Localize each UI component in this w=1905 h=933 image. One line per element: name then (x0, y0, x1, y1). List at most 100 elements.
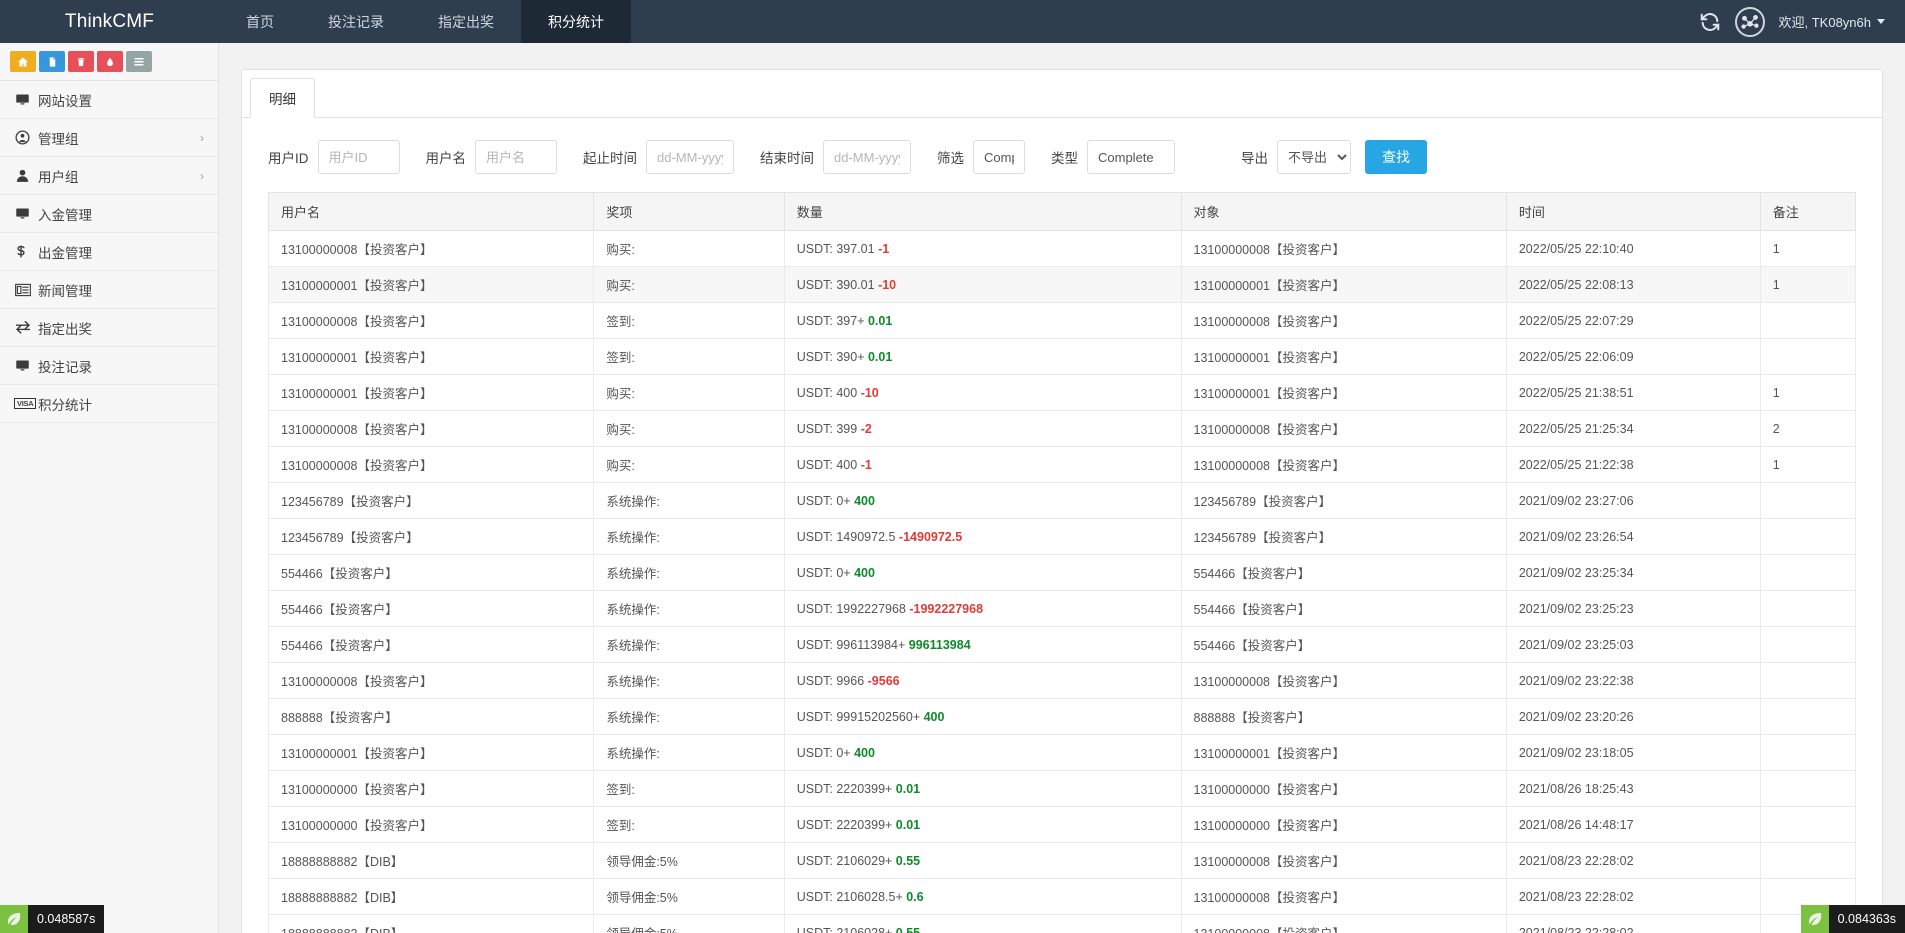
brand-logo[interactable]: ThinkCMF (0, 0, 219, 43)
sidebar-item-label: 新闻管理 (38, 280, 204, 300)
chevron-down-icon (1877, 19, 1885, 24)
cell-prize: 购买: (594, 231, 784, 267)
cell-time: 2022/05/25 21:25:34 (1506, 411, 1760, 447)
cell-note (1760, 771, 1855, 807)
type-input[interactable] (1087, 140, 1175, 174)
avatar[interactable] (1735, 7, 1765, 37)
sidebar-item-bet-records[interactable]: 投注记录 (0, 347, 218, 385)
table-row[interactable]: 18888888882【DIB】领导佣金:5%USDT: 2106029+ 0.… (269, 843, 1856, 879)
nav-link-designated-prize[interactable]: 指定出奖 (411, 0, 521, 43)
filter-group-end-time: 结束时间 (760, 140, 911, 174)
start-time-input[interactable] (646, 140, 734, 174)
cell-username: 13100000008【投资客户】 (269, 231, 594, 267)
sidebar-item-withdraw-management[interactable]: 出金管理 (0, 233, 218, 271)
user-id-input[interactable] (318, 140, 400, 174)
list-quick-button[interactable] (126, 51, 152, 72)
cell-amount: USDT: 99915202560+ 400 (784, 699, 1181, 735)
cell-note (1760, 555, 1855, 591)
search-button[interactable]: 查找 (1365, 140, 1427, 174)
cell-username: 13100000001【投资客户】 (269, 267, 594, 303)
cell-prize: 签到: (594, 339, 784, 375)
nav-link-bet-records[interactable]: 投注记录 (301, 0, 411, 43)
table-row[interactable]: 13100000008【投资客户】签到:USDT: 397+ 0.0113100… (269, 303, 1856, 339)
delete-quick-button[interactable] (68, 51, 94, 72)
cell-prize: 系统操作: (594, 735, 784, 771)
start-time-label: 起止时间 (583, 147, 637, 167)
amount-base: USDT: 2106028+ (797, 926, 896, 933)
amount-base: USDT: 0+ (797, 494, 854, 508)
cell-time: 2022/05/25 22:10:40 (1506, 231, 1760, 267)
amount-delta: -9566 (868, 674, 900, 688)
new-quick-button[interactable] (39, 51, 65, 72)
table-row[interactable]: 123456789【投资客户】系统操作:USDT: 1490972.5 -149… (269, 519, 1856, 555)
table-row[interactable]: 13100000000【投资客户】签到:USDT: 2220399+ 0.011… (269, 771, 1856, 807)
sidebar-item-admin-group[interactable]: 管理组 › (0, 119, 218, 157)
sidebar-item-points-statistics[interactable]: VISA 积分统计 (0, 385, 218, 423)
cell-time: 2021/09/02 23:18:05 (1506, 735, 1760, 771)
nav-link-points-statistics[interactable]: 积分统计 (521, 0, 631, 43)
monitor-icon (14, 206, 38, 221)
cell-username: 554466【投资客户】 (269, 555, 594, 591)
sidebar-item-deposit-management[interactable]: 入金管理 (0, 195, 218, 233)
newspaper-icon (14, 283, 38, 297)
tab-detail[interactable]: 明细 (250, 78, 315, 118)
visa-card-icon: VISA (14, 398, 38, 410)
cell-object: 123456789【投资客户】 (1181, 483, 1506, 519)
table-row[interactable]: 888888【投资客户】系统操作:USDT: 99915202560+ 4008… (269, 699, 1856, 735)
table-row[interactable]: 123456789【投资客户】系统操作:USDT: 0+ 40012345678… (269, 483, 1856, 519)
user-circle-icon (14, 129, 38, 146)
column-header-time: 时间 (1506, 193, 1760, 231)
table-row[interactable]: 554466【投资客户】系统操作:USDT: 1992227968 -19922… (269, 591, 1856, 627)
cell-username: 13100000001【投资客户】 (269, 735, 594, 771)
cell-object: 13100000008【投资客户】 (1181, 915, 1506, 933)
cell-time: 2021/09/02 23:25:23 (1506, 591, 1760, 627)
table-row[interactable]: 13100000001【投资客户】购买:USDT: 400 -101310000… (269, 375, 1856, 411)
table-row[interactable]: 13100000001【投资客户】签到:USDT: 390+ 0.0113100… (269, 339, 1856, 375)
table-row[interactable]: 13100000001【投资客户】系统操作:USDT: 0+ 400131000… (269, 735, 1856, 771)
table-row[interactable]: 13100000008【投资客户】购买:USDT: 400 -113100000… (269, 447, 1856, 483)
sidebar-item-user-group[interactable]: 用户组 › (0, 157, 218, 195)
exchange-icon (14, 321, 38, 335)
refresh-icon[interactable] (1699, 11, 1721, 33)
cell-note: 1 (1760, 267, 1855, 303)
amount-delta: -1 (861, 458, 872, 472)
cell-object: 13100000008【投资客户】 (1181, 303, 1506, 339)
end-time-input[interactable] (823, 140, 911, 174)
table-row[interactable]: 13100000000【投资客户】签到:USDT: 2220399+ 0.011… (269, 807, 1856, 843)
column-header-object: 对象 (1181, 193, 1506, 231)
table-row[interactable]: 554466【投资客户】系统操作:USDT: 0+ 400554466【投资客户… (269, 555, 1856, 591)
table-row[interactable]: 554466【投资客户】系统操作:USDT: 996113984+ 996113… (269, 627, 1856, 663)
table-header-row: 用户名 奖项 数量 对象 时间 备注 (269, 193, 1856, 231)
user-menu[interactable]: 欢迎, TK08yn6h (1779, 12, 1886, 31)
cell-amount: USDT: 2220399+ 0.01 (784, 807, 1181, 843)
cell-object: 13100000001【投资客户】 (1181, 375, 1506, 411)
cell-time: 2021/08/23 22:28:02 (1506, 915, 1760, 933)
export-select[interactable]: 不导出 导出 (1277, 140, 1351, 174)
table-row[interactable]: 13100000008【投资客户】购买:USDT: 399 -213100000… (269, 411, 1856, 447)
table-row[interactable]: 13100000001【投资客户】购买:USDT: 390.01 -101310… (269, 267, 1856, 303)
amount-delta: 0.6 (906, 890, 923, 904)
sidebar-item-site-settings[interactable]: 网站设置 (0, 81, 218, 119)
cell-username: 13100000001【投资客户】 (269, 375, 594, 411)
table-row[interactable]: 13100000008【投资客户】购买:USDT: 397.01 -113100… (269, 231, 1856, 267)
amount-base: USDT: 1992227968 (797, 602, 910, 616)
table-row[interactable]: 18888888882【DIB】领导佣金:5%USDT: 2106028+ 0.… (269, 915, 1856, 933)
nav-link-home[interactable]: 首页 (219, 0, 301, 43)
sidebar-item-designated-prize[interactable]: 指定出奖 (0, 309, 218, 347)
home-quick-button[interactable] (10, 51, 36, 72)
cell-prize: 系统操作: (594, 483, 784, 519)
screen-input[interactable] (973, 140, 1025, 174)
sidebar-item-news-management[interactable]: 新闻管理 (0, 271, 218, 309)
amount-delta: 0.55 (896, 854, 920, 868)
amount-base: USDT: 400 (797, 458, 861, 472)
column-header-note: 备注 (1760, 193, 1855, 231)
amount-delta: -1 (878, 242, 889, 256)
amount-base: USDT: 996113984+ (797, 638, 909, 652)
cell-time: 2021/09/02 23:25:34 (1506, 555, 1760, 591)
clear-cache-quick-button[interactable] (97, 51, 123, 72)
cell-object: 13100000008【投资客户】 (1181, 663, 1506, 699)
user-name-input[interactable] (475, 140, 557, 174)
table-row[interactable]: 18888888882【DIB】领导佣金:5%USDT: 2106028.5+ … (269, 879, 1856, 915)
panel-tabs: 明细 (242, 70, 1882, 118)
table-row[interactable]: 13100000008【投资客户】系统操作:USDT: 9966 -956613… (269, 663, 1856, 699)
